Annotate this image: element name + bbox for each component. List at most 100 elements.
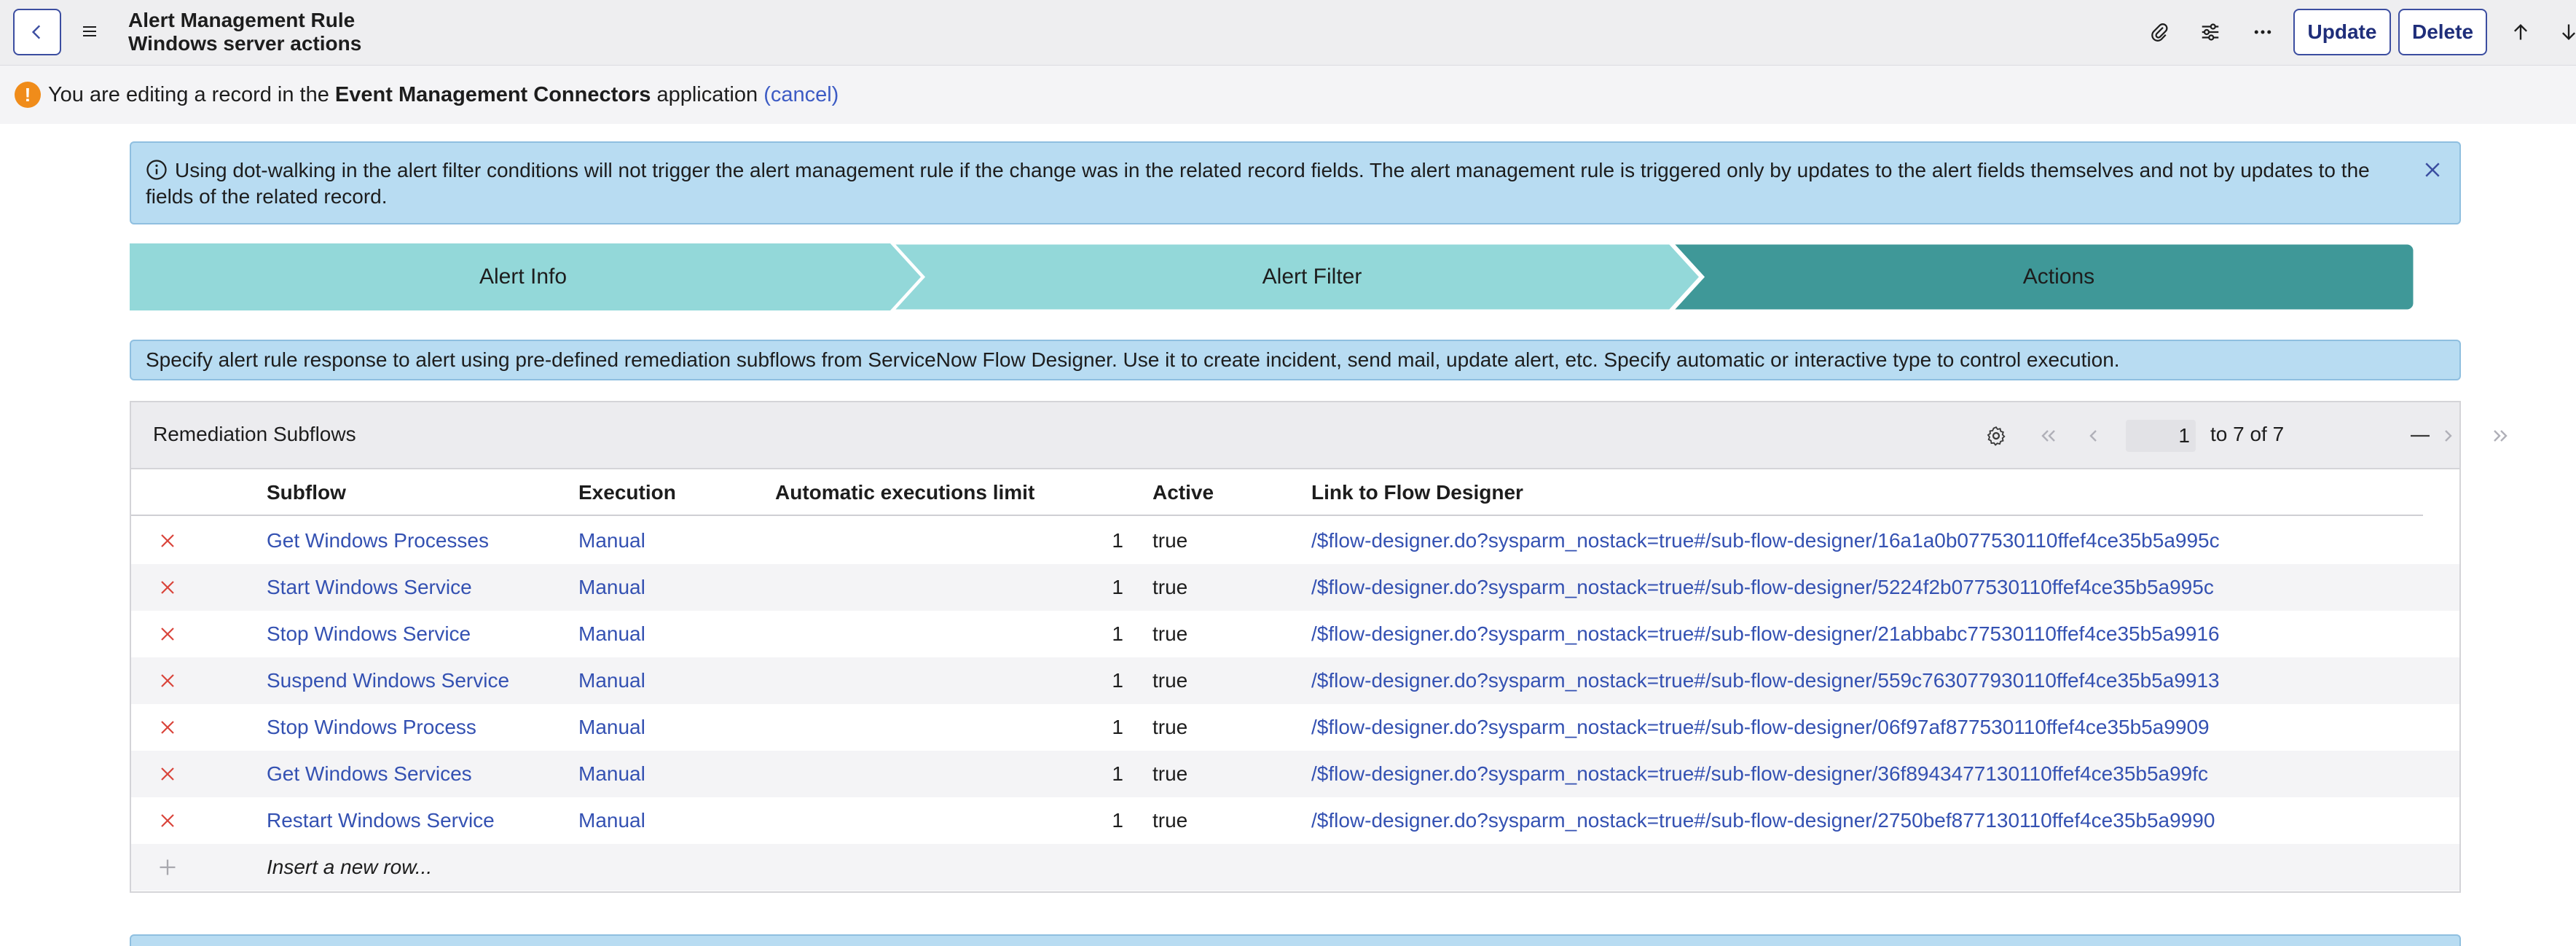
update-button[interactable]: Update <box>2293 9 2391 55</box>
execution-value[interactable]: Manual <box>578 751 645 797</box>
step-actions[interactable]: Actions <box>1703 243 2414 310</box>
actions-hint: Specify alert rule response to alert usi… <box>130 340 2461 380</box>
step-progress: Alert Info Alert Filter Actions <box>130 243 2414 310</box>
delete-row-x-icon[interactable] <box>159 672 176 689</box>
menu-button[interactable] <box>79 20 101 42</box>
execution-value[interactable]: Manual <box>578 611 645 657</box>
minus-icon <box>2411 434 2430 437</box>
delete-row-x-icon[interactable] <box>159 625 176 643</box>
active-value[interactable]: true <box>1152 517 1187 564</box>
flow-designer-link[interactable]: /$flow-designer.do?sysparm_nostack=true#… <box>1311 564 2214 611</box>
delete-row-x-icon[interactable] <box>159 812 176 829</box>
delete-row-x-icon[interactable] <box>159 719 176 736</box>
subflow-link[interactable]: Stop Windows Process <box>267 704 476 751</box>
column-header-active[interactable]: Active <box>1152 481 1214 504</box>
sliders-icon <box>2202 23 2219 41</box>
plus-icon <box>160 859 176 875</box>
step-alert-filter[interactable]: Alert Filter <box>924 243 1700 310</box>
delete-row-x-icon[interactable] <box>159 532 176 550</box>
active-value[interactable]: true <box>1152 797 1187 844</box>
delete-button[interactable]: Delete <box>2398 9 2487 55</box>
flow-designer-link[interactable]: /$flow-designer.do?sysparm_nostack=true#… <box>1311 517 2220 564</box>
previous-record-button[interactable] <box>2506 17 2535 47</box>
next-page-button[interactable] <box>2433 421 2462 450</box>
warning-icon: ! <box>15 82 41 108</box>
paperclip-icon <box>2151 23 2168 42</box>
execution-value[interactable]: Manual <box>578 704 645 751</box>
execution-value[interactable]: Manual <box>578 657 645 704</box>
page-range-text: to 7 of 7 <box>2210 423 2285 445</box>
insert-row[interactable]: Insert a new row... <box>131 844 2459 891</box>
arrow-down-icon <box>2562 24 2575 40</box>
close-icon[interactable] <box>2422 159 2443 181</box>
chevron-left-icon <box>2089 430 2097 442</box>
automatic-executions-limit-value[interactable]: 1 <box>1080 517 1123 564</box>
info-message: Using dot-walking in the alert filter co… <box>130 141 2461 224</box>
column-header-automatic-executions-limit[interactable]: Automatic executions limit <box>775 481 1034 504</box>
automatic-executions-limit-value[interactable]: 1 <box>1080 611 1123 657</box>
column-header-subflow[interactable]: Subflow <box>267 481 346 504</box>
delete-row-x-icon[interactable] <box>159 765 176 783</box>
back-button[interactable] <box>13 9 61 55</box>
form-header <box>0 0 2576 66</box>
execution-value[interactable]: Manual <box>578 797 645 844</box>
automatic-executions-limit-value[interactable]: 1 <box>1080 657 1123 704</box>
flow-designer-link[interactable]: /$flow-designer.do?sysparm_nostack=true#… <box>1311 751 2208 797</box>
last-page-button[interactable] <box>2486 421 2515 450</box>
first-page-button[interactable] <box>2034 421 2063 450</box>
execution-value[interactable]: Manual <box>578 564 645 611</box>
table-row: Get Windows Processes Manual 1 true /$flow-d… <box>131 517 2459 564</box>
next-info-message <box>130 934 2461 946</box>
active-value[interactable]: true <box>1152 657 1187 704</box>
scope-suffix: application <box>651 83 764 106</box>
step-alert-info[interactable]: Alert Info <box>130 243 916 310</box>
double-chevron-left-icon <box>2041 430 2055 442</box>
ellipsis-icon <box>2254 30 2271 34</box>
execution-value[interactable]: Manual <box>578 517 645 564</box>
flow-designer-link[interactable]: /$flow-designer.do?sysparm_nostack=true#… <box>1311 611 2220 657</box>
chevron-right-icon <box>2445 430 2452 442</box>
automatic-executions-limit-value[interactable]: 1 <box>1080 797 1123 844</box>
personalize-form-button[interactable] <box>2196 17 2225 47</box>
arrow-up-icon <box>2514 24 2527 40</box>
table-row: Start Windows Service Manual 1 true /$flow-d… <box>131 564 2459 611</box>
active-value[interactable]: true <box>1152 751 1187 797</box>
header-divider <box>131 515 2423 516</box>
delete-row-x-icon[interactable] <box>159 579 176 596</box>
title-block: Alert Management Rule Windows server act… <box>128 9 361 55</box>
flow-designer-link[interactable]: /$flow-designer.do?sysparm_nostack=true#… <box>1311 657 2220 704</box>
active-value[interactable]: true <box>1152 564 1187 611</box>
automatic-executions-limit-value[interactable]: 1 <box>1080 751 1123 797</box>
column-header-execution[interactable]: Execution <box>578 481 676 504</box>
automatic-executions-limit-value[interactable]: 1 <box>1080 564 1123 611</box>
previous-page-button[interactable] <box>2079 421 2108 450</box>
related-list-header: Remediation Subflows 1 to 7 of 7 <box>131 402 2508 469</box>
attachment-button[interactable] <box>2145 17 2174 47</box>
more-options-button[interactable] <box>2248 17 2277 47</box>
page-number-input[interactable]: 1 <box>2126 420 2196 452</box>
subflow-link[interactable]: Suspend Windows Service <box>267 657 509 704</box>
active-value[interactable]: true <box>1152 704 1187 751</box>
subflow-link[interactable]: Stop Windows Service <box>267 611 471 657</box>
double-chevron-right-icon <box>2494 430 2508 442</box>
record-name: Windows server actions <box>128 32 362 55</box>
flow-designer-link[interactable]: /$flow-designer.do?sysparm_nostack=true#… <box>1311 704 2210 751</box>
column-header-link-to-flow-designer[interactable]: Link to Flow Designer <box>1311 481 1523 504</box>
cancel-link[interactable]: (cancel) <box>763 83 839 106</box>
list-settings-button[interactable] <box>1982 421 2011 450</box>
page-title: Alert Management Rule <box>128 9 356 31</box>
collapse-list-button[interactable] <box>2406 421 2435 450</box>
subflow-link[interactable]: Restart Windows Service <box>267 797 495 844</box>
flow-designer-link[interactable]: /$flow-designer.do?sysparm_nostack=true#… <box>1311 797 2215 844</box>
active-value[interactable]: true <box>1152 611 1187 657</box>
automatic-executions-limit-value[interactable]: 1 <box>1080 704 1123 751</box>
next-record-button[interactable] <box>2554 17 2576 47</box>
subflow-link[interactable]: Get Windows Processes <box>267 517 489 564</box>
table-row: Suspend Windows Service Manual 1 true /$flow… <box>131 657 2459 704</box>
info-message-text: Using dot-walking in the alert filter co… <box>146 159 2370 208</box>
table-row: Get Windows Services Manual 1 true /$flow-de… <box>131 751 2459 797</box>
scope-app-name: Event Management Connectors <box>334 83 651 106</box>
hamburger-menu-icon <box>83 26 96 36</box>
subflow-link[interactable]: Get Windows Services <box>267 751 472 797</box>
subflow-link[interactable]: Start Windows Service <box>267 564 472 611</box>
